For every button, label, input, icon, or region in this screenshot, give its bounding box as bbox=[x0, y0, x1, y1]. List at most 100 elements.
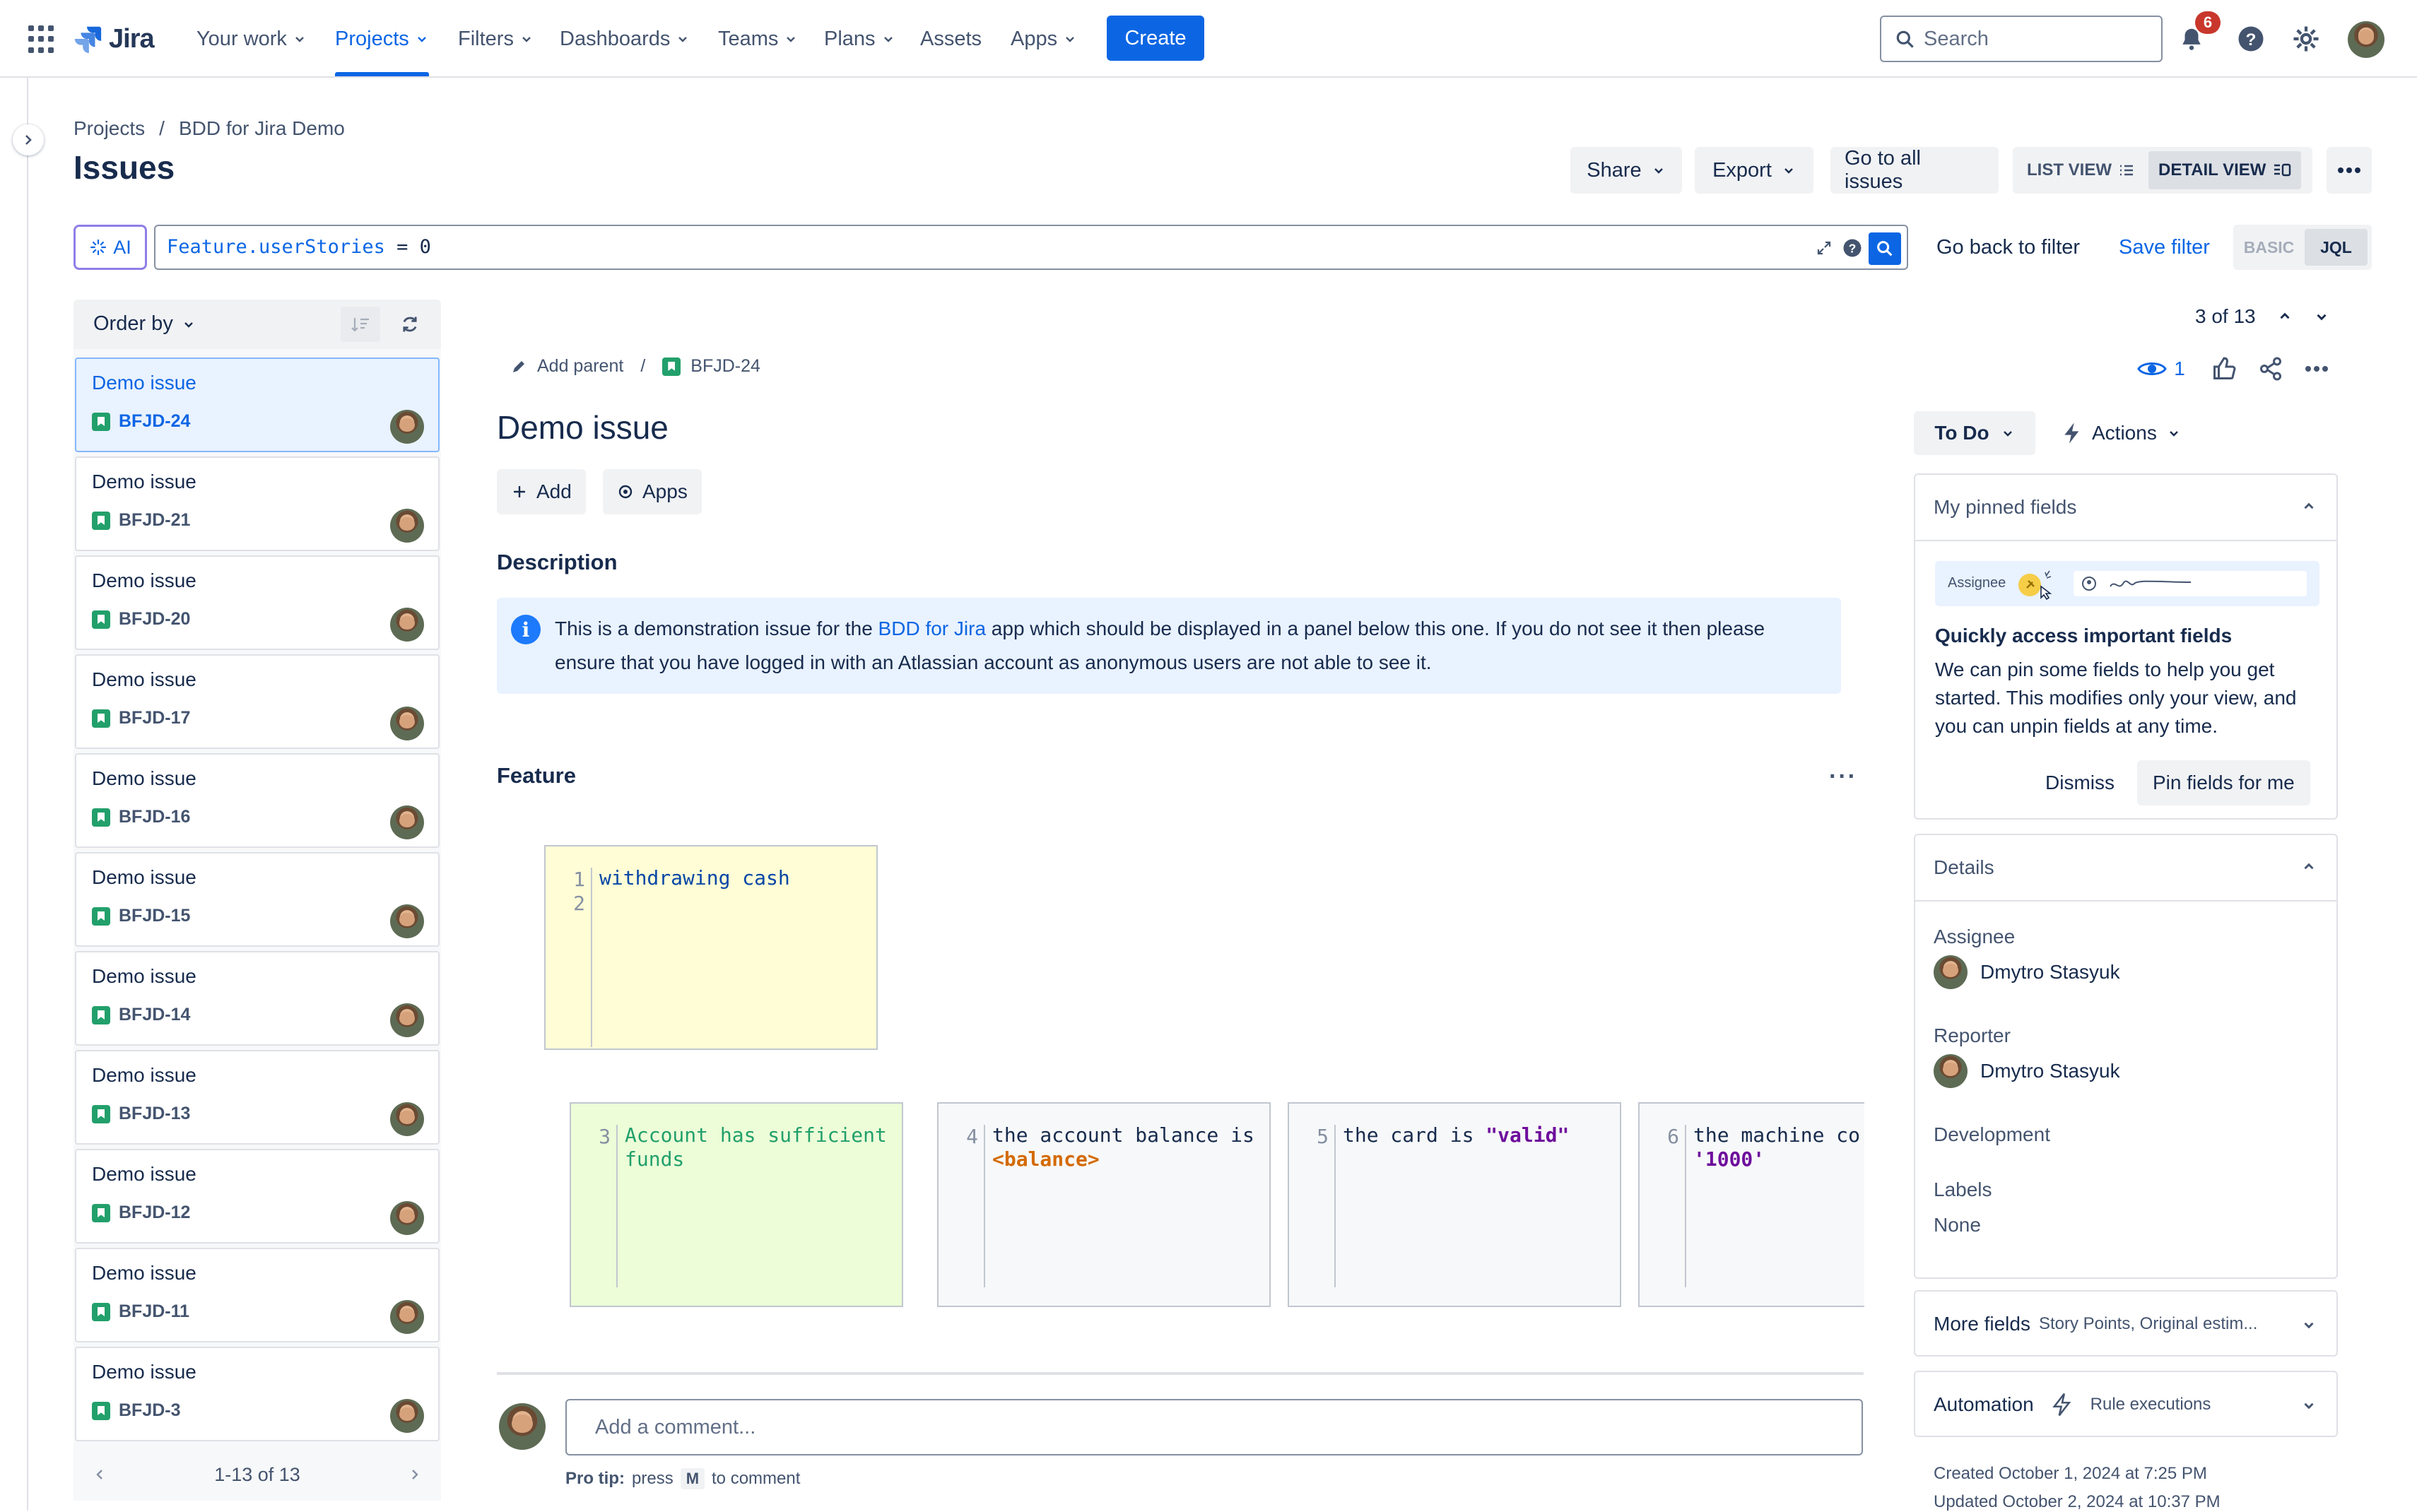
nav-assets[interactable]: Assets bbox=[920, 20, 982, 58]
nav-your-work[interactable]: Your work bbox=[196, 20, 307, 58]
status-dropdown[interactable]: To Do bbox=[1914, 411, 2035, 455]
chevron-up-icon[interactable] bbox=[2277, 309, 2293, 324]
add-comment-input[interactable]: Add a comment... bbox=[565, 1399, 1863, 1455]
chevron-down-icon[interactable] bbox=[2314, 309, 2329, 324]
issue-card[interactable]: Demo issue BFJD-17 bbox=[75, 654, 440, 749]
breadcrumb: Projects / BDD for Jira Demo bbox=[73, 117, 345, 140]
automation-panel[interactable]: Automation Rule executions bbox=[1914, 1371, 2338, 1437]
development-label[interactable]: Development bbox=[1934, 1123, 2050, 1146]
issue-card[interactable]: Demo issue BFJD-13 bbox=[75, 1050, 440, 1145]
issue-card-key: BFJD-11 bbox=[119, 1301, 190, 1321]
go-to-all-issues-button[interactable]: Go to all issues bbox=[1830, 147, 1999, 194]
issue-card[interactable]: Demo issue BFJD-21 bbox=[75, 456, 440, 551]
search-input[interactable]: Search bbox=[1880, 16, 2163, 62]
issue-list-header: Order by bbox=[73, 300, 441, 349]
issue-card[interactable]: Demo issue BFJD-12 bbox=[75, 1149, 440, 1244]
scenario-block-3[interactable]: 3 Account has sufficient funds bbox=[570, 1102, 903, 1307]
pinned-fields-header[interactable]: My pinned fields bbox=[1915, 475, 2336, 540]
nav-filters[interactable]: Filters bbox=[458, 20, 534, 58]
assignee-field[interactable]: Dmytro Stasyuk bbox=[1934, 955, 2120, 989]
description-info-panel[interactable]: i This is a demonstration issue for the … bbox=[497, 598, 1841, 694]
more-fields-panel[interactable]: More fields Story Points, Original estim… bbox=[1914, 1290, 2338, 1357]
sort-direction-button[interactable] bbox=[341, 307, 380, 342]
share-issue-button[interactable] bbox=[2253, 350, 2288, 387]
jql-help-button[interactable]: ? bbox=[1840, 236, 1864, 260]
issue-card[interactable]: Demo issue BFJD-20 bbox=[75, 555, 440, 650]
issue-card-title: Demo issue bbox=[92, 471, 196, 492]
issue-card[interactable]: Demo issue BFJD-14 bbox=[75, 951, 440, 1046]
more-actions-button[interactable] bbox=[2327, 147, 2372, 194]
nav-teams-label: Teams bbox=[718, 27, 779, 50]
apps-button[interactable]: Apps bbox=[603, 469, 702, 514]
issue-card-key-row: BFJD-21 bbox=[92, 510, 190, 531]
nav-projects[interactable]: Projects bbox=[335, 20, 429, 76]
ai-search-button[interactable]: AI bbox=[73, 225, 147, 270]
labels-value[interactable]: None bbox=[1934, 1214, 1981, 1236]
issue-card[interactable]: Demo issue BFJD-11 bbox=[75, 1248, 440, 1342]
export-button[interactable]: Export bbox=[1695, 147, 1813, 194]
nav-dashboards[interactable]: Dashboards bbox=[560, 20, 690, 58]
actions-dropdown[interactable]: Actions bbox=[2052, 411, 2191, 455]
details-header[interactable]: Details bbox=[1915, 835, 2336, 900]
nav-teams[interactable]: Teams bbox=[718, 20, 798, 58]
issue-card[interactable]: Demo issue BFJD-16 bbox=[75, 753, 440, 848]
create-button[interactable]: Create bbox=[1107, 16, 1204, 61]
issue-card-title: Demo issue bbox=[92, 965, 196, 987]
share-button[interactable]: Share bbox=[1570, 147, 1682, 194]
issue-card-title: Demo issue bbox=[92, 1361, 196, 1383]
jql-mode-button[interactable]: JQL bbox=[2305, 229, 2368, 266]
bdd-for-jira-link[interactable]: BDD for Jira bbox=[878, 618, 986, 639]
jira-logo[interactable]: Jira bbox=[71, 21, 155, 57]
breadcrumb-projects[interactable]: Projects bbox=[73, 117, 145, 140]
go-back-to-filter-link[interactable]: Go back to filter bbox=[1936, 236, 2080, 259]
feature-title-block[interactable]: 12 withdrawing cash bbox=[544, 845, 878, 1050]
feature-more-button[interactable]: ··· bbox=[1829, 763, 1857, 791]
expand-editor-button[interactable] bbox=[1812, 236, 1836, 260]
step-block-5[interactable]: 5 the card is "valid" bbox=[1288, 1102, 1621, 1307]
reporter-avatar bbox=[1934, 1054, 1968, 1088]
jql-query-input[interactable]: Feature.userStories = 0 ? bbox=[154, 225, 1908, 270]
watchers-button[interactable]: 1 bbox=[2133, 350, 2189, 387]
issue-card-key-row: BFJD-20 bbox=[92, 609, 190, 630]
add-button[interactable]: Add bbox=[497, 469, 586, 514]
detail-view-button[interactable]: DETAIL VIEW bbox=[2148, 151, 2302, 189]
jql-search-button[interactable] bbox=[1869, 232, 1901, 265]
line-number-4: 4 bbox=[939, 1125, 985, 1287]
detail-view-icon bbox=[2274, 163, 2291, 177]
refresh-button[interactable] bbox=[390, 307, 430, 342]
save-filter-link[interactable]: Save filter bbox=[2119, 236, 2210, 259]
issue-card-key-row: BFJD-17 bbox=[92, 708, 190, 728]
issue-card[interactable]: Demo issue BFJD-3 bbox=[75, 1347, 440, 1441]
lightning-icon bbox=[2064, 423, 2079, 444]
expand-sidebar-button[interactable] bbox=[13, 124, 44, 155]
nav-plans[interactable]: Plans bbox=[824, 20, 895, 58]
order-by-button[interactable]: Order by bbox=[93, 312, 196, 336]
next-page-button[interactable] bbox=[403, 1463, 427, 1487]
more-fields-summary: Story Points, Original estim... bbox=[2038, 1314, 2258, 1333]
issue-card[interactable]: Demo issue BFJD-24 bbox=[75, 358, 440, 452]
settings-button[interactable] bbox=[2288, 21, 2324, 57]
issue-key-link[interactable]: BFJD-24 bbox=[690, 356, 760, 377]
basic-mode-button[interactable]: BASIC bbox=[2237, 229, 2300, 266]
step-block-4[interactable]: 4 the account balance is <balance> bbox=[937, 1102, 1271, 1307]
issue-card[interactable]: Demo issue BFJD-15 bbox=[75, 852, 440, 947]
reporter-field[interactable]: Dmytro Stasyuk bbox=[1934, 1054, 2120, 1088]
add-parent-link[interactable]: Add parent bbox=[537, 356, 623, 377]
issue-more-button[interactable] bbox=[2298, 350, 2335, 387]
vote-button[interactable] bbox=[2206, 350, 2242, 387]
reporter-name: Dmytro Stasyuk bbox=[1980, 1060, 2120, 1082]
story-icon bbox=[662, 357, 681, 376]
dismiss-button[interactable]: Dismiss bbox=[2034, 760, 2126, 805]
chevron-up-icon bbox=[2304, 863, 2314, 870]
list-view-button[interactable]: LIST VIEW bbox=[2017, 151, 2144, 189]
breadcrumb-project[interactable]: BDD for Jira Demo bbox=[179, 117, 345, 140]
issue-title[interactable]: Demo issue bbox=[497, 408, 669, 447]
help-button[interactable]: ? bbox=[2233, 21, 2269, 57]
profile-avatar[interactable] bbox=[2348, 21, 2384, 58]
app-switcher-icon[interactable] bbox=[28, 25, 57, 54]
step-block-6[interactable]: 6 the machine co '1000' bbox=[1638, 1102, 1864, 1307]
nav-apps[interactable]: Apps bbox=[1011, 20, 1077, 58]
pin-fields-button[interactable]: Pin fields for me bbox=[2137, 760, 2310, 805]
comment-protip: Pro tip: press M to comment bbox=[565, 1468, 800, 1489]
previous-page-button[interactable] bbox=[88, 1463, 112, 1487]
